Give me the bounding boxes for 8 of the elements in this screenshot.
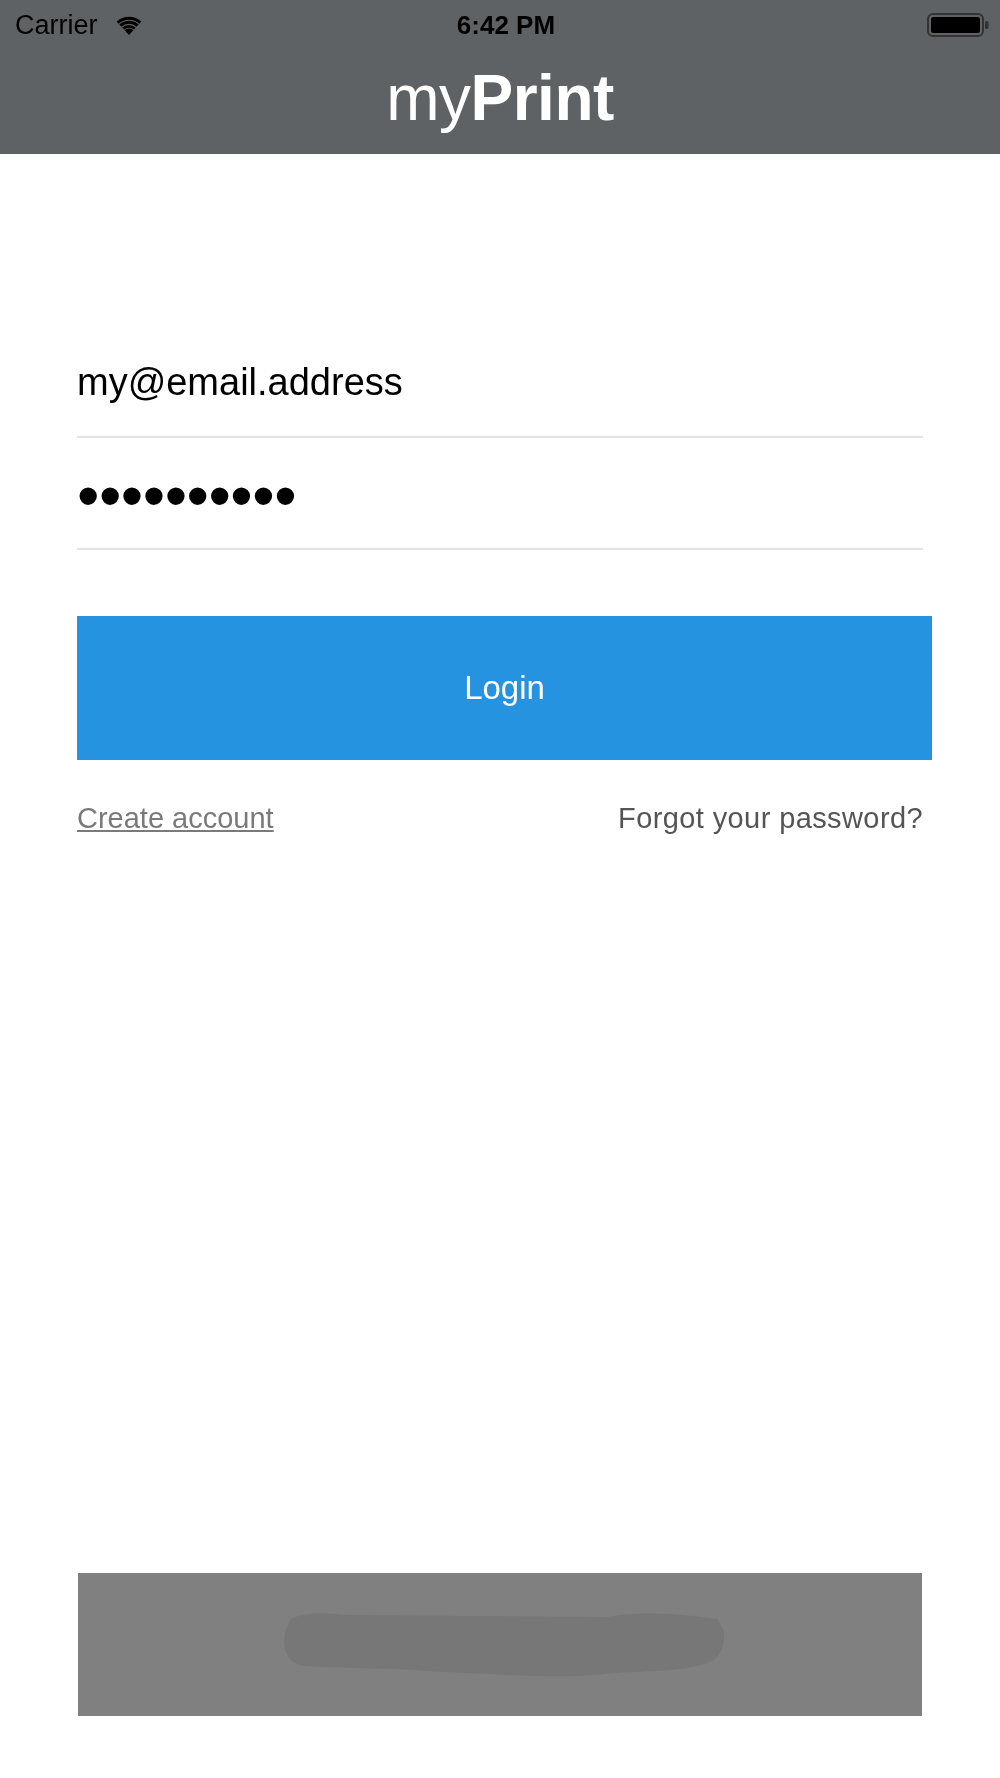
app-title: myPrint (386, 61, 614, 135)
carrier-label: Carrier (15, 9, 98, 41)
clock-time: 6:42 PM (456, 9, 556, 41)
text-link[interactable]: Forgot your password? (618, 800, 923, 836)
text-link[interactable]: Create account (77, 800, 274, 836)
email-field[interactable]: my@email.address (77, 338, 923, 438)
battery-icon (927, 13, 989, 37)
password-field[interactable]: •••••••••• (77, 450, 923, 550)
